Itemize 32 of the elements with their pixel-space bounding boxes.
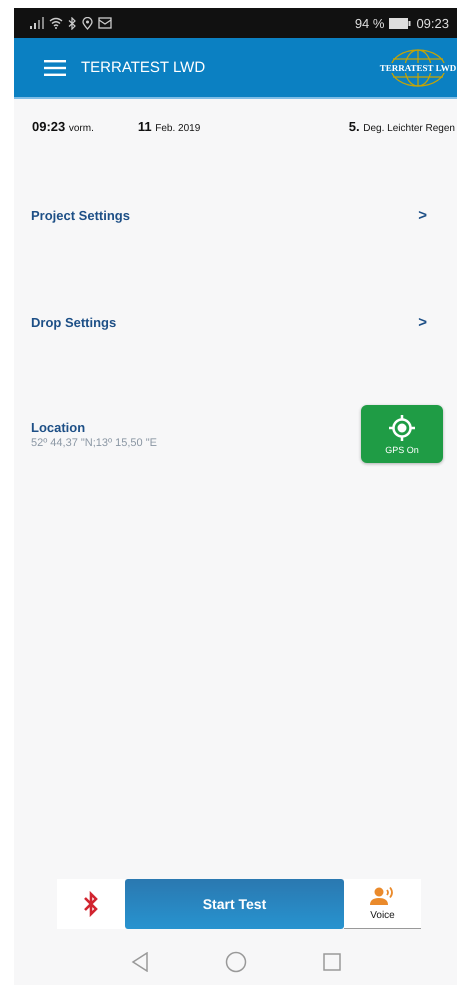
location-coordinates: 52º 44,37 "N;13º 15,50 "E — [31, 436, 157, 448]
bluetooth-icon — [68, 16, 77, 30]
battery-percent: 94 % — [354, 16, 384, 30]
home-icon[interactable] — [224, 951, 246, 973]
current-date: 11 Feb. 2019 — [138, 119, 200, 134]
voice-button[interactable]: Voice — [344, 879, 421, 929]
settings-row[interactable]: Drop Settings > — [14, 311, 457, 333]
logo-text: TERRATEST LWD — [378, 62, 457, 72]
signal-icon — [30, 17, 44, 29]
bluetooth-icon — [83, 891, 99, 917]
battery-icon — [389, 18, 412, 28]
weather-text: 5. Deg. Leichter Regen — [348, 119, 455, 134]
start-test-button[interactable]: Start Test — [125, 879, 344, 929]
wifi-icon — [49, 17, 63, 29]
setting-label: Drop Settings — [31, 314, 116, 330]
location-icon — [82, 16, 93, 30]
recents-icon[interactable] — [322, 953, 340, 971]
current-time: 09:23 vorm. — [32, 119, 94, 134]
crosshair-icon — [388, 414, 416, 442]
speaking-person-icon — [370, 886, 396, 906]
chevron-text: > — [418, 206, 427, 224]
back-icon[interactable] — [130, 952, 148, 972]
location-label: Location — [31, 420, 86, 434]
mail-icon — [98, 17, 112, 29]
app-title: TERRATEST LWD — [81, 59, 206, 76]
settings-row[interactable]: Project Settings > — [14, 204, 457, 226]
bluetooth-button[interactable] — [57, 879, 125, 929]
gps-button[interactable]: GPS On — [361, 405, 443, 463]
menu-icon[interactable] — [44, 60, 66, 76]
setting-label: Project Settings — [31, 208, 130, 222]
chevron-text: > — [418, 314, 427, 330]
status-time: 09:23 — [416, 16, 449, 30]
